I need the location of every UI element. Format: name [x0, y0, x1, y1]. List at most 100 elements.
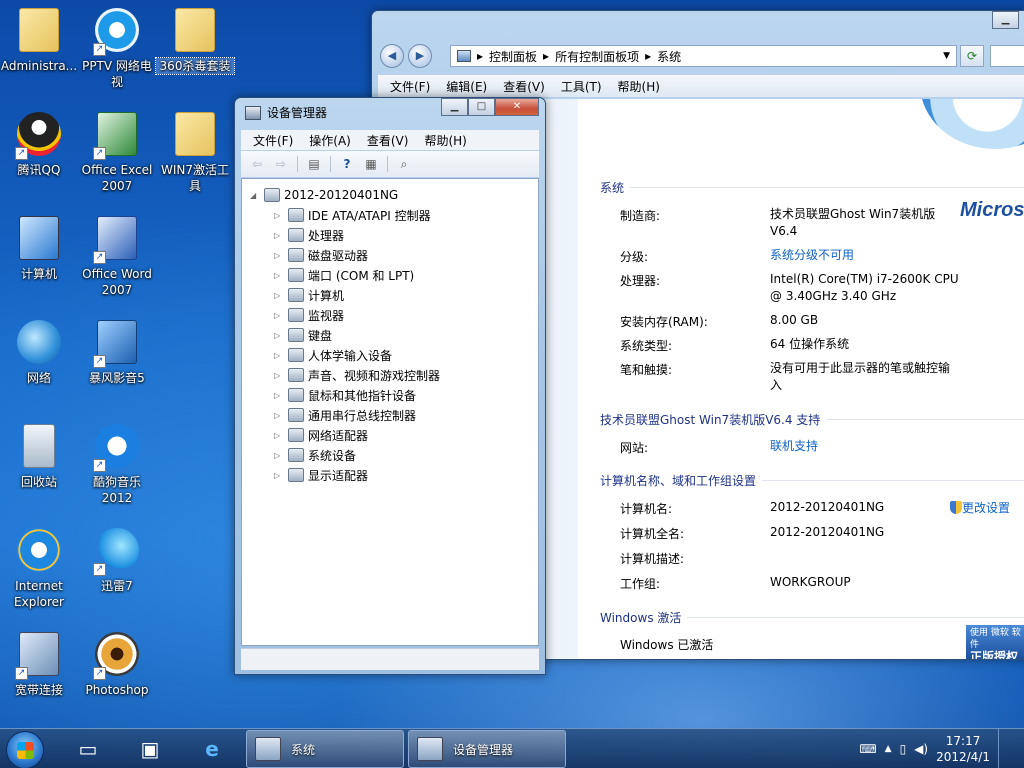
expand-triangle-icon[interactable]: ▷: [274, 331, 284, 340]
volume-icon[interactable]: ◀): [914, 742, 928, 756]
expand-triangle-icon[interactable]: ▷: [274, 291, 284, 300]
expand-triangle-icon[interactable]: ▷: [274, 471, 284, 480]
device-tree[interactable]: ◢ 2012-20120401NG ▷ IDE ATA/ATAPI 控制器 ▷ 处理器…: [241, 178, 539, 646]
tree-node[interactable]: ▷ IDE ATA/ATAPI 控制器: [246, 205, 534, 225]
desktop-icon-baofeng[interactable]: ↗ 暴风影音5: [78, 318, 156, 386]
breadcrumb-control-panel[interactable]: 控制面板: [489, 48, 537, 65]
device-manager-window[interactable]: 设备管理器 ▁ □ ✕ 文件(F) 操作(A) 查看(V) 帮助(H) ⇦ ⇨ …: [234, 97, 546, 675]
recycle-bin-icon: [15, 424, 63, 472]
dropdown-arrow-icon[interactable]: ▼: [943, 51, 950, 61]
tree-node[interactable]: ▷ 系统设备: [246, 445, 534, 465]
desktop-icon-photoshop[interactable]: ↗ Photoshop: [78, 630, 156, 698]
expand-triangle-icon[interactable]: ▷: [274, 231, 284, 240]
menu-tools[interactable]: 工具(T): [553, 76, 610, 97]
breadcrumb-all-items[interactable]: 所有控制面板项: [555, 48, 639, 65]
folder-icon: [171, 8, 219, 56]
desktop-icon-kugou[interactable]: ↗ 酷狗音乐2012: [78, 422, 156, 506]
menu-view[interactable]: 查看(V): [359, 130, 417, 151]
help-icon[interactable]: ?: [337, 155, 357, 173]
network-status-icon[interactable]: ▯: [900, 742, 907, 756]
desktop-icon-ie[interactable]: Internet Explorer: [0, 526, 78, 610]
tree-node[interactable]: ▷ 监视器: [246, 305, 534, 325]
tree-node[interactable]: ▷ 通用串行总线控制器: [246, 405, 534, 425]
expand-triangle-icon[interactable]: ▷: [274, 251, 284, 260]
tree-node[interactable]: ▷ 人体学输入设备: [246, 345, 534, 365]
tree-node[interactable]: ▷ 鼠标和其他指针设备: [246, 385, 534, 405]
tree-node[interactable]: ▷ 键盘: [246, 325, 534, 345]
maximize-button[interactable]: □: [468, 98, 495, 116]
show-hidden-icons-arrow[interactable]: ▲: [885, 744, 892, 754]
desktop-icon-computer[interactable]: 计算机: [0, 214, 78, 282]
desktop-icon-excel[interactable]: ↗ Office Excel 2007: [78, 110, 156, 194]
desktop-icon-360[interactable]: 360杀毒套装: [155, 6, 235, 75]
minimize-button[interactable]: ▁: [992, 11, 1019, 29]
pinned-internet-explorer-icon[interactable]: e: [186, 732, 238, 766]
minimize-button[interactable]: ▁: [441, 98, 468, 116]
menu-file[interactable]: 文件(F): [245, 130, 301, 151]
show-hide-tree-icon[interactable]: ▤: [304, 155, 324, 173]
user-folder-icon: [15, 8, 63, 56]
genuine-badge[interactable]: 使用 微软 软件 正版授权: [966, 625, 1024, 659]
expand-triangle-icon[interactable]: ▷: [274, 451, 284, 460]
desktop-icon-qq[interactable]: ↗ 腾讯QQ: [0, 110, 78, 178]
tree-node[interactable]: ▷ 显示适配器: [246, 465, 534, 485]
rating-link[interactable]: 系统分级不可用: [770, 247, 960, 264]
breadcrumb-system[interactable]: 系统: [657, 48, 681, 65]
section-activation-heading: Windows 激活: [600, 611, 1024, 625]
menu-action[interactable]: 操作(A): [301, 130, 359, 151]
forward-arrow-icon[interactable]: ⇨: [271, 155, 291, 173]
expand-triangle-icon[interactable]: ▷: [274, 311, 284, 320]
desktop-icon-administrator[interactable]: Administra...: [0, 6, 78, 74]
tree-node-label: 处理器: [308, 228, 345, 243]
menu-file[interactable]: 文件(F): [382, 76, 438, 97]
clock-time: 17:17: [945, 734, 981, 748]
tree-node[interactable]: ▷ 网络适配器: [246, 425, 534, 445]
properties-icon[interactable]: ▦: [361, 155, 381, 173]
expand-triangle-icon[interactable]: ▷: [274, 211, 284, 220]
tree-node[interactable]: ▷ 磁盘驱动器: [246, 245, 534, 265]
desktop-icon-network[interactable]: 网络: [0, 318, 78, 386]
tree-node[interactable]: ▷ 端口 (COM 和 LPT): [246, 265, 534, 285]
expand-triangle-icon[interactable]: ▷: [274, 271, 284, 280]
expand-triangle-icon[interactable]: ▷: [274, 371, 284, 380]
keyboard-icon[interactable]: ⌨: [859, 742, 876, 756]
device-category-icon: [288, 248, 304, 262]
tree-node[interactable]: ▷ 计算机: [246, 285, 534, 305]
online-support-link[interactable]: 联机支持: [770, 438, 960, 455]
taskbar-item-system[interactable]: 系统: [246, 730, 404, 768]
scan-hardware-icon[interactable]: ⌕: [394, 155, 414, 173]
tree-root-computer[interactable]: ◢ 2012-20120401NG: [246, 185, 534, 205]
desktop-icon-pptv[interactable]: ↗ PPTV 网络电视: [78, 6, 156, 90]
desktop-icon-recycle-bin[interactable]: 回收站: [0, 422, 78, 490]
menu-help[interactable]: 帮助(H): [416, 130, 474, 151]
taskbar-item-device-manager[interactable]: 设备管理器: [408, 730, 566, 768]
expand-triangle-icon[interactable]: ▷: [274, 431, 284, 440]
menu-help[interactable]: 帮助(H): [610, 76, 668, 97]
pinned-desktop-icon[interactable]: ▭: [62, 732, 114, 766]
address-bar[interactable]: ▸ 控制面板 ▸ 所有控制面板项 ▸ 系统 ▼: [450, 45, 957, 67]
start-button[interactable]: [6, 731, 44, 768]
desktop-icon-xunlei[interactable]: ↗ 迅雷7: [78, 526, 156, 594]
menu-edit[interactable]: 编辑(E): [438, 76, 495, 97]
refresh-icon[interactable]: ⟳: [960, 45, 984, 67]
change-settings-link[interactable]: 更改设置: [950, 499, 1010, 516]
expand-triangle-icon[interactable]: ▷: [274, 411, 284, 420]
collapse-triangle-icon[interactable]: ◢: [250, 191, 260, 200]
desktop-icon-word[interactable]: ↗ Office Word 2007: [78, 214, 156, 298]
pinned-window-switch-icon[interactable]: ▣: [124, 732, 176, 766]
tree-node[interactable]: ▷ 处理器: [246, 225, 534, 245]
expand-triangle-icon[interactable]: ▷: [274, 391, 284, 400]
expand-triangle-icon[interactable]: ▷: [274, 351, 284, 360]
system-type-label: 系统类型:: [620, 339, 673, 353]
desktop-icon-win7-activator[interactable]: WIN7激活工具: [156, 110, 234, 194]
clock[interactable]: 17:17 2012/4/1: [936, 733, 990, 765]
back-arrow-icon[interactable]: ⇦: [247, 155, 267, 173]
forward-arrow-icon[interactable]: ▶: [408, 44, 432, 68]
back-arrow-icon[interactable]: ◀: [380, 44, 404, 68]
close-button[interactable]: ✕: [495, 98, 539, 116]
show-desktop-button[interactable]: [998, 729, 1010, 768]
search-input[interactable]: [990, 45, 1024, 67]
desktop-icon-broadband[interactable]: ↗ 宽带连接: [0, 630, 78, 698]
tree-node[interactable]: ▷ 声音、视频和游戏控制器: [246, 365, 534, 385]
menu-view[interactable]: 查看(V): [495, 76, 553, 97]
